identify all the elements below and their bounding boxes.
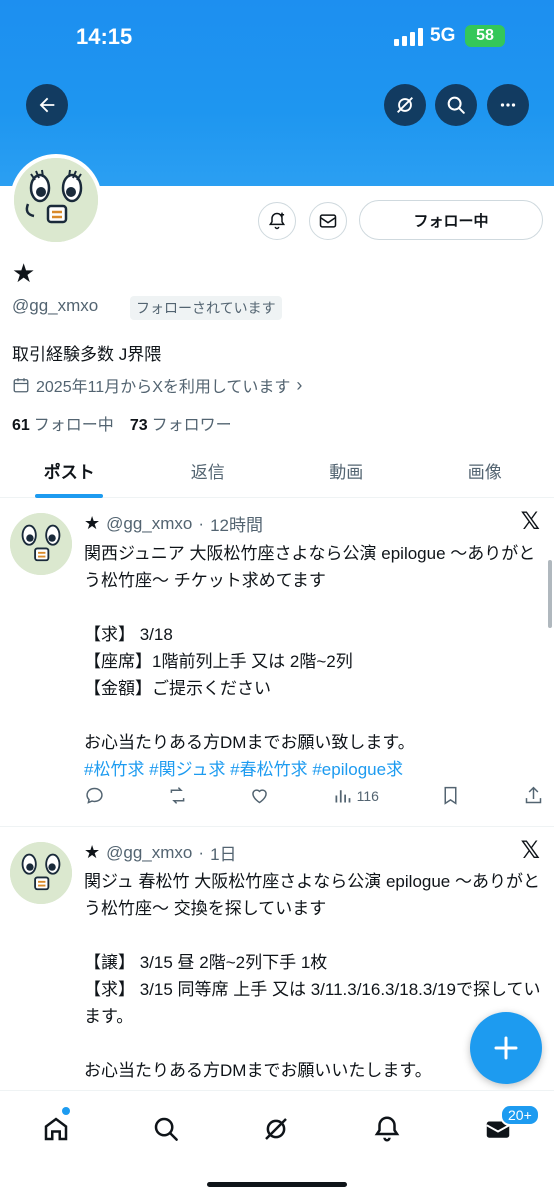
notify-button[interactable]	[258, 202, 296, 240]
avatar-image	[14, 158, 98, 242]
envelope-icon	[319, 214, 337, 228]
share-button[interactable]	[523, 785, 544, 806]
bell-icon	[374, 1116, 400, 1142]
follow-counts: 61 フォロー中 73 フォロワー	[12, 411, 232, 435]
reply-icon	[86, 787, 103, 804]
post-text: 関西ジュニア 大阪松竹座さよなら公演 epilogue 〜ありがとう松竹座〜 チ…	[84, 540, 544, 783]
status-bar: 14:15 5G 58	[0, 22, 554, 52]
reply-button[interactable]	[84, 785, 105, 806]
profile-name: ★	[12, 258, 36, 288]
following-link[interactable]: 61 フォロー中	[12, 411, 114, 435]
post-time: 12時間	[210, 516, 263, 535]
nav-search[interactable]	[148, 1111, 184, 1147]
notification-dot	[62, 1107, 70, 1115]
arrow-left-icon	[39, 97, 55, 113]
bell-plus-icon	[268, 212, 286, 230]
grok-button[interactable]	[384, 84, 426, 126]
separator-dot: ·	[198, 842, 205, 862]
post-time: 1日	[210, 845, 237, 864]
post-avatar[interactable]	[10, 842, 72, 904]
compose-button[interactable]	[470, 1012, 542, 1084]
x-logo-icon: 𝕏	[520, 508, 540, 535]
x-logo-icon: 𝕏	[520, 837, 540, 864]
retweet-button[interactable]	[167, 785, 188, 806]
tab-images[interactable]: 画像	[416, 450, 554, 497]
post-author-handle[interactable]: @gg_xmxo	[106, 843, 192, 863]
views-button[interactable]: 116	[332, 785, 379, 806]
joined-text: 2025年11月からXを利用しています	[36, 379, 291, 396]
nav-home[interactable]	[38, 1111, 74, 1147]
more-button[interactable]	[487, 84, 529, 126]
post-body: 関西ジュニア 大阪松竹座さよなら公演 epilogue 〜ありがとう松竹座〜 チ…	[84, 544, 536, 752]
followers-link[interactable]: 73 フォロワー	[130, 411, 232, 435]
profile-avatar[interactable]	[10, 154, 102, 246]
profile-tabs: ポスト 返信 動画 画像	[0, 450, 554, 498]
nav-grok[interactable]	[258, 1111, 294, 1147]
home-indicator	[207, 1182, 347, 1187]
calendar-icon	[13, 378, 29, 393]
message-button[interactable]	[309, 202, 347, 240]
more-icon	[500, 103, 516, 107]
search-button[interactable]	[435, 84, 477, 126]
tab-videos[interactable]: 動画	[277, 450, 416, 497]
grok-icon	[265, 1118, 287, 1140]
post-header: ★ @gg_xmxo · 1日	[84, 840, 237, 865]
post-author-name: ★	[84, 842, 101, 862]
post-header: ★ @gg_xmxo · 12時間	[84, 511, 263, 536]
post-author-name: ★	[84, 513, 101, 533]
tab-replies[interactable]: 返信	[139, 450, 278, 497]
bookmark-icon	[444, 786, 457, 805]
chevron-right-icon: ›	[296, 374, 303, 395]
grok-icon	[397, 97, 413, 113]
search-icon	[447, 96, 465, 114]
profile-handle: @gg_xmxo	[12, 296, 99, 315]
like-button[interactable]	[249, 785, 270, 806]
nav-notifications[interactable]	[369, 1111, 405, 1147]
search-icon	[154, 1117, 178, 1141]
post-actions: 116	[84, 785, 544, 806]
profile-bio: 取引経験多数 J界隈	[12, 345, 162, 364]
bookmark-button[interactable]	[440, 785, 461, 806]
home-icon	[44, 1117, 68, 1141]
status-time: 14:15	[76, 24, 133, 49]
battery-indicator: 58	[465, 25, 505, 47]
signal-icon	[394, 28, 423, 46]
views-chart-icon	[335, 790, 350, 803]
post-item[interactable]: ★ @gg_xmxo · 12時間 𝕏 関西ジュニア 大阪松竹座さよなら公演 e…	[0, 499, 554, 827]
views-count: 116	[356, 787, 379, 804]
tab-posts[interactable]: ポスト	[0, 450, 139, 497]
network-type: 5G	[430, 25, 456, 46]
post-author-handle[interactable]: @gg_xmxo	[106, 514, 192, 534]
follows-you-badge: フォローされています	[130, 296, 282, 320]
heart-icon	[252, 789, 267, 804]
separator-dot: ·	[198, 513, 205, 533]
scrollbar[interactable]	[548, 560, 552, 628]
back-button[interactable]	[26, 84, 68, 126]
messages-badge: 20+	[500, 1104, 540, 1126]
share-icon	[525, 786, 542, 804]
retweet-icon	[170, 787, 184, 804]
joined-date[interactable]: 2025年11月からXを利用しています ›	[12, 373, 302, 397]
plus-icon	[494, 1036, 518, 1060]
following-button[interactable]: フォロー中	[359, 200, 543, 240]
post-avatar[interactable]	[10, 513, 72, 575]
post-hashtags[interactable]: #松竹求 #関ジュ求 #春松竹求 #epilogue求	[84, 760, 403, 779]
